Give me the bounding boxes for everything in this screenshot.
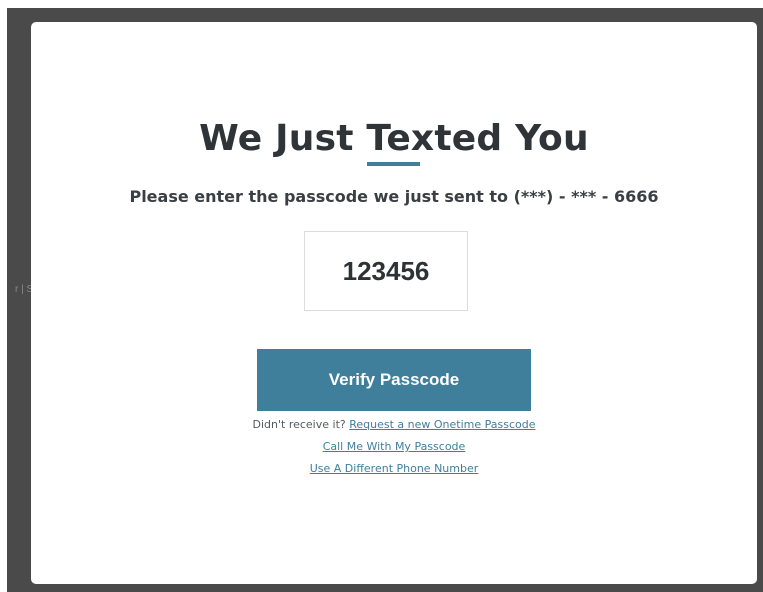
request-new-passcode-link[interactable]: Request a new Onetime Passcode <box>349 418 535 431</box>
verify-passcode-button[interactable]: Verify Passcode <box>257 349 531 411</box>
passcode-input[interactable] <box>304 231 468 311</box>
modal-subtitle: Please enter the passcode we just sent t… <box>129 187 659 206</box>
passcode-modal: We Just Texted You Please enter the pass… <box>31 22 757 584</box>
resend-row: Didn't receive it? Request a new Onetime… <box>31 418 757 432</box>
resend-prompt: Didn't receive it? <box>252 418 346 431</box>
title-underline <box>367 162 420 166</box>
different-phone-number-link[interactable]: Use A Different Phone Number <box>310 462 479 475</box>
call-me-link[interactable]: Call Me With My Passcode <box>323 440 466 453</box>
different-number-row: Use A Different Phone Number <box>31 462 757 476</box>
call-row: Call Me With My Passcode <box>31 440 757 454</box>
modal-title: We Just Texted You <box>199 118 589 159</box>
